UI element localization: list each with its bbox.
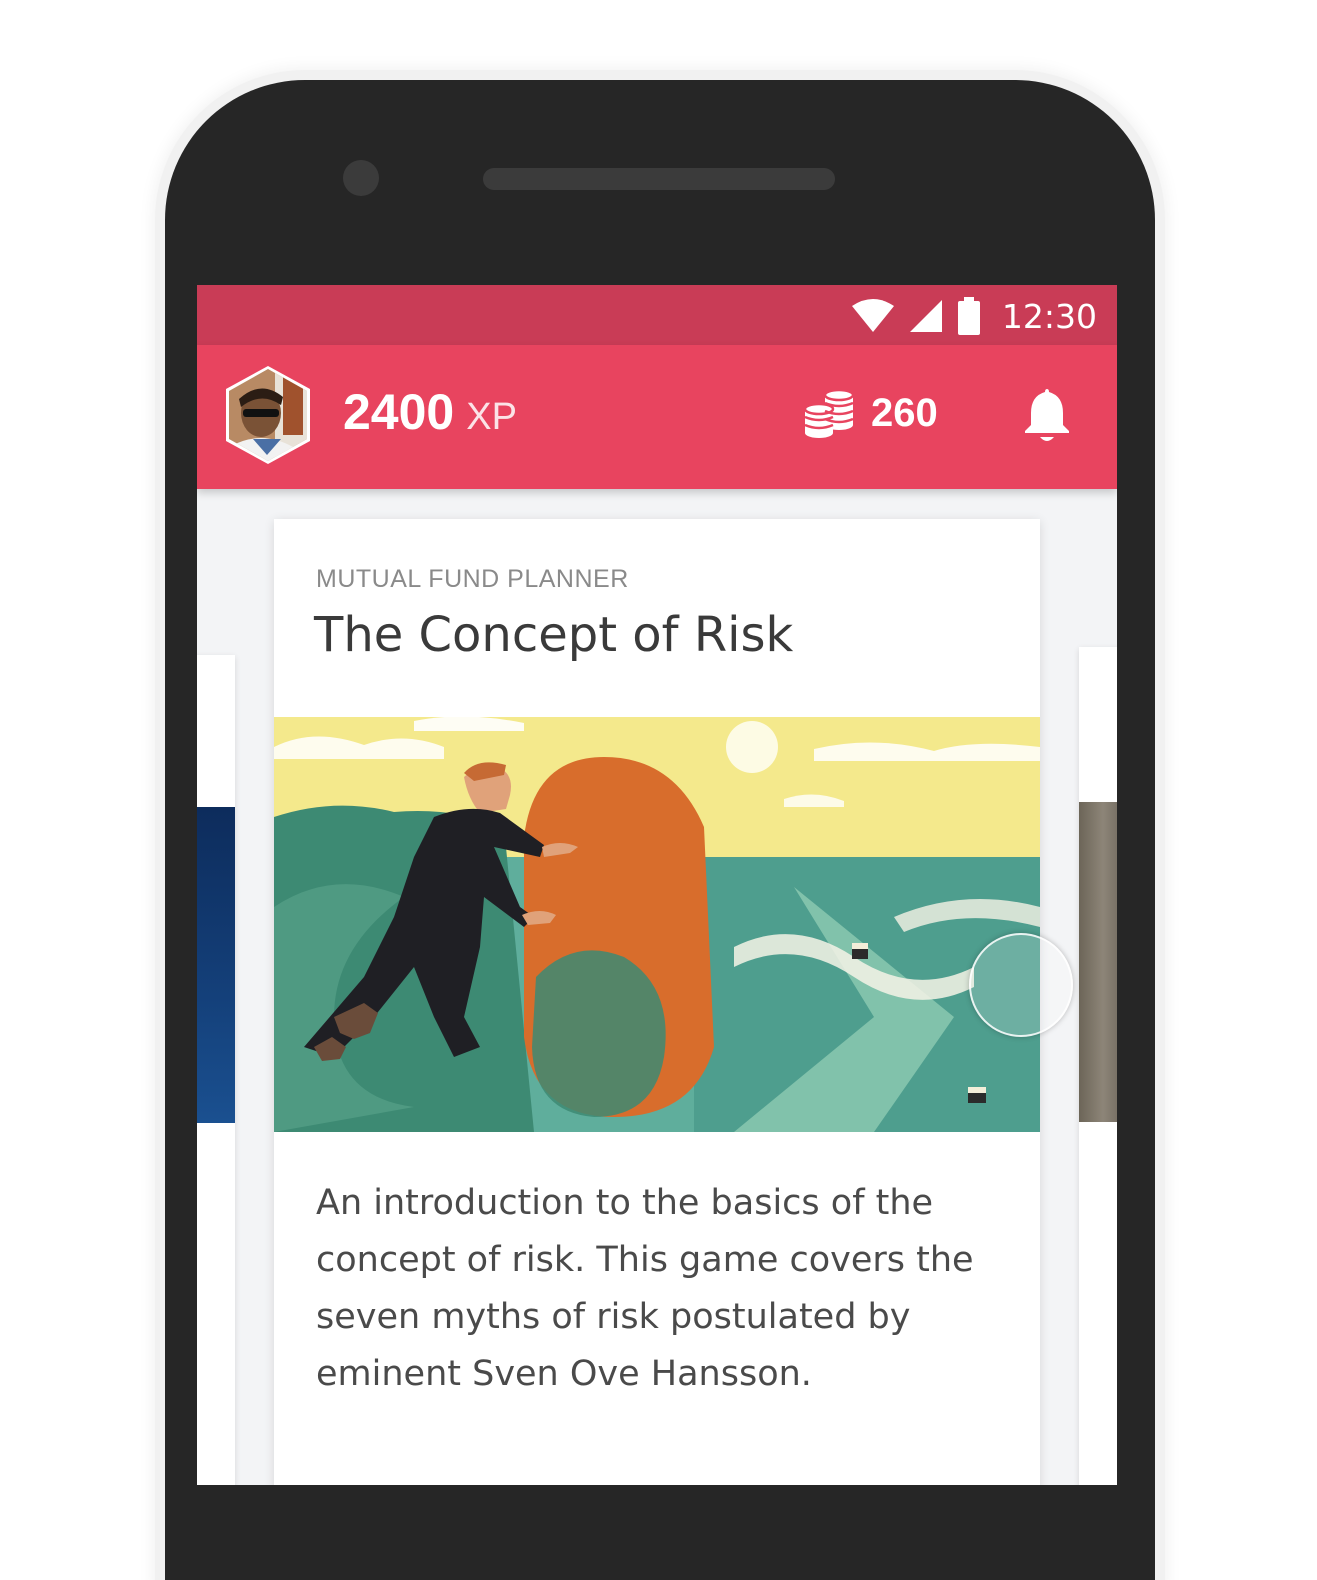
xp-value: 2400 — [343, 384, 455, 440]
coins-value: 260 — [871, 390, 938, 435]
earpiece-speaker — [483, 168, 835, 190]
touch-indicator — [969, 933, 1073, 1037]
card-category: MUTUAL FUND PLANNER — [316, 565, 629, 593]
status-bar: 12:30 — [197, 285, 1117, 345]
status-icons: 12:30 — [850, 295, 1097, 337]
next-card-peek[interactable] — [1079, 647, 1117, 1485]
app-bar: 2400 XP 260 — [197, 345, 1117, 489]
app-screen: 12:30 2400 XP 260 MUTUAL FUND PLANNER Th… — [197, 285, 1117, 1485]
front-camera — [343, 160, 379, 196]
card-illustration — [274, 717, 1040, 1132]
bell-icon[interactable] — [1019, 385, 1075, 445]
status-time: 12:30 — [1001, 296, 1097, 336]
coins-display[interactable]: 260 — [803, 385, 938, 441]
avatar[interactable] — [223, 365, 313, 465]
cellular-signal-icon — [909, 300, 942, 332]
previous-card-image — [197, 807, 235, 1123]
coins-icon — [803, 388, 855, 438]
course-card[interactable]: MUTUAL FUND PLANNER The Concept of Risk — [274, 519, 1040, 1485]
card-description: An introduction to the basics of the con… — [316, 1183, 974, 1394]
battery-icon — [957, 297, 980, 335]
wifi-icon — [851, 299, 894, 332]
card-title: The Concept of Risk — [314, 607, 794, 663]
previous-card-peek[interactable] — [197, 655, 235, 1485]
next-card-image — [1079, 802, 1117, 1122]
xp-display: 2400 XP — [343, 383, 517, 441]
xp-unit: XP — [466, 396, 517, 438]
